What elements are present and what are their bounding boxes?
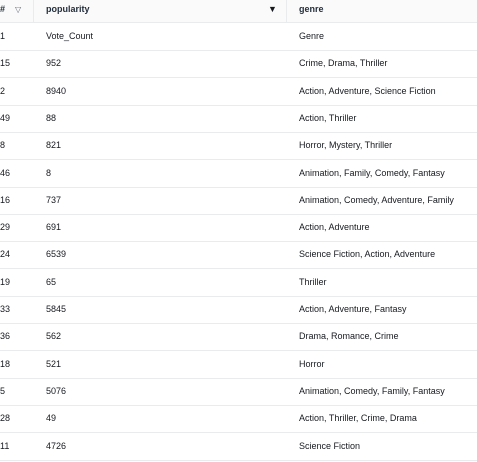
table-row[interactable]: 16 737 Animation, Comedy, Adventure, Famil… [0, 187, 477, 215]
cell-popularity: 6539 [46, 249, 67, 260]
cell-genre: Action, Adventure, Fantasy [299, 304, 407, 314]
cell-popularity: 8940 [46, 85, 67, 96]
column-divider[interactable] [286, 0, 287, 22]
column-divider[interactable] [33, 0, 34, 22]
cell-popularity: Vote_Count [46, 31, 94, 41]
header-genre[interactable]: genre [299, 0, 324, 22]
cell-genre: Genre [299, 31, 325, 41]
cell-popularity: 49 [46, 413, 57, 424]
table-row[interactable]: 49 88 Action, Thriller [0, 105, 477, 133]
cell-genre: Drama, Romance, Crime [299, 331, 399, 342]
cell-genre: Thriller [299, 276, 327, 287]
cell-index: 1 [0, 31, 6, 41]
sort-caret-down-outline-icon[interactable]: ▽ [15, 0, 21, 22]
cell-index: 19 [0, 276, 11, 287]
cell-index: 5 [0, 385, 6, 396]
cell-genre: Animation, Comedy, Family, Fantasy [299, 385, 445, 396]
table-header: # ▽ popularity ▼ genre [0, 0, 477, 23]
table-row[interactable]: 36 562 Drama, Romance, Crime [0, 323, 477, 352]
cell-popularity: 562 [46, 331, 62, 342]
cell-popularity: 737 [46, 194, 62, 205]
table-row[interactable]: 15 952 Crime, Drama, Thriller [0, 50, 477, 79]
cell-index: 18 [0, 358, 11, 369]
cell-index: 46 [0, 167, 11, 178]
cell-index: 49 [0, 112, 11, 123]
table-row[interactable]: 18 521 Horror [0, 351, 477, 379]
table-row[interactable]: 28 49 Action, Thriller, Crime, Drama [0, 405, 477, 434]
cell-genre: Action, Adventure, Science Fiction [299, 85, 436, 96]
table-row[interactable]: 2 8940 Action, Adventure, Science Fiction [0, 78, 477, 106]
cell-index: 15 [0, 58, 11, 69]
cell-index: 11 [0, 440, 10, 451]
cell-index: 29 [0, 222, 11, 233]
table-row[interactable]: 1 Vote_Count Genre [0, 23, 477, 51]
cell-popularity: 691 [46, 222, 62, 233]
table-row[interactable]: 29 691 Action, Adventure [0, 214, 477, 243]
table-row[interactable]: 24 6539 Science Fiction, Action, Adventure [0, 241, 477, 270]
table-row[interactable]: 8 821 Horror, Mystery, Thriller [0, 132, 477, 161]
cell-genre: Action, Thriller [299, 112, 357, 123]
cell-index: 24 [0, 249, 11, 260]
cell-popularity: 952 [46, 58, 62, 69]
cell-popularity: 88 [46, 112, 57, 123]
results-table: # ▽ popularity ▼ genre 1 Vote_Count Genre 1… [0, 0, 477, 462]
cell-index: 8 [0, 140, 6, 151]
table-row[interactable]: 19 65 Thriller [0, 269, 477, 297]
cell-genre: Horror, Mystery, Thriller [299, 140, 393, 151]
header-popularity[interactable]: popularity [46, 0, 90, 22]
cell-popularity: 8 [46, 167, 52, 178]
cell-popularity: 65 [46, 276, 57, 287]
cell-popularity: 521 [46, 358, 62, 369]
cell-index: 36 [0, 331, 11, 342]
cell-index: 28 [0, 413, 11, 424]
cell-genre: Crime, Drama, Thriller [299, 58, 388, 69]
cell-index: 2 [0, 85, 6, 96]
cell-popularity: 5845 [46, 304, 67, 314]
sort-caret-down-filled-icon[interactable]: ▼ [268, 0, 277, 22]
cell-popularity: 5076 [46, 385, 67, 396]
cell-genre: Action, Adventure [299, 222, 370, 233]
cell-genre: Animation, Comedy, Adventure, Family [299, 194, 454, 205]
cell-popularity: 821 [46, 140, 62, 151]
table-row[interactable]: 11 4726 Science Fiction [0, 433, 477, 461]
cell-genre: Science Fiction, Action, Adventure [299, 249, 436, 260]
cell-genre: Horror [299, 358, 325, 369]
cell-genre: Animation, Family, Comedy, Fantasy [299, 167, 445, 178]
cell-genre: Science Fiction [299, 440, 361, 451]
table-row[interactable]: 33 5845 Action, Adventure, Fantasy [0, 296, 477, 324]
table-row[interactable]: 5 5076 Animation, Comedy, Family, Fantasy [0, 378, 477, 406]
cell-index: 16 [0, 194, 11, 205]
cell-genre: Action, Thriller, Crime, Drama [299, 413, 417, 424]
cell-index: 33 [0, 304, 11, 314]
table-row[interactable]: 46 8 Animation, Family, Comedy, Fantasy [0, 160, 477, 188]
header-index[interactable]: # [0, 0, 5, 22]
cell-popularity: 4726 [46, 440, 67, 451]
